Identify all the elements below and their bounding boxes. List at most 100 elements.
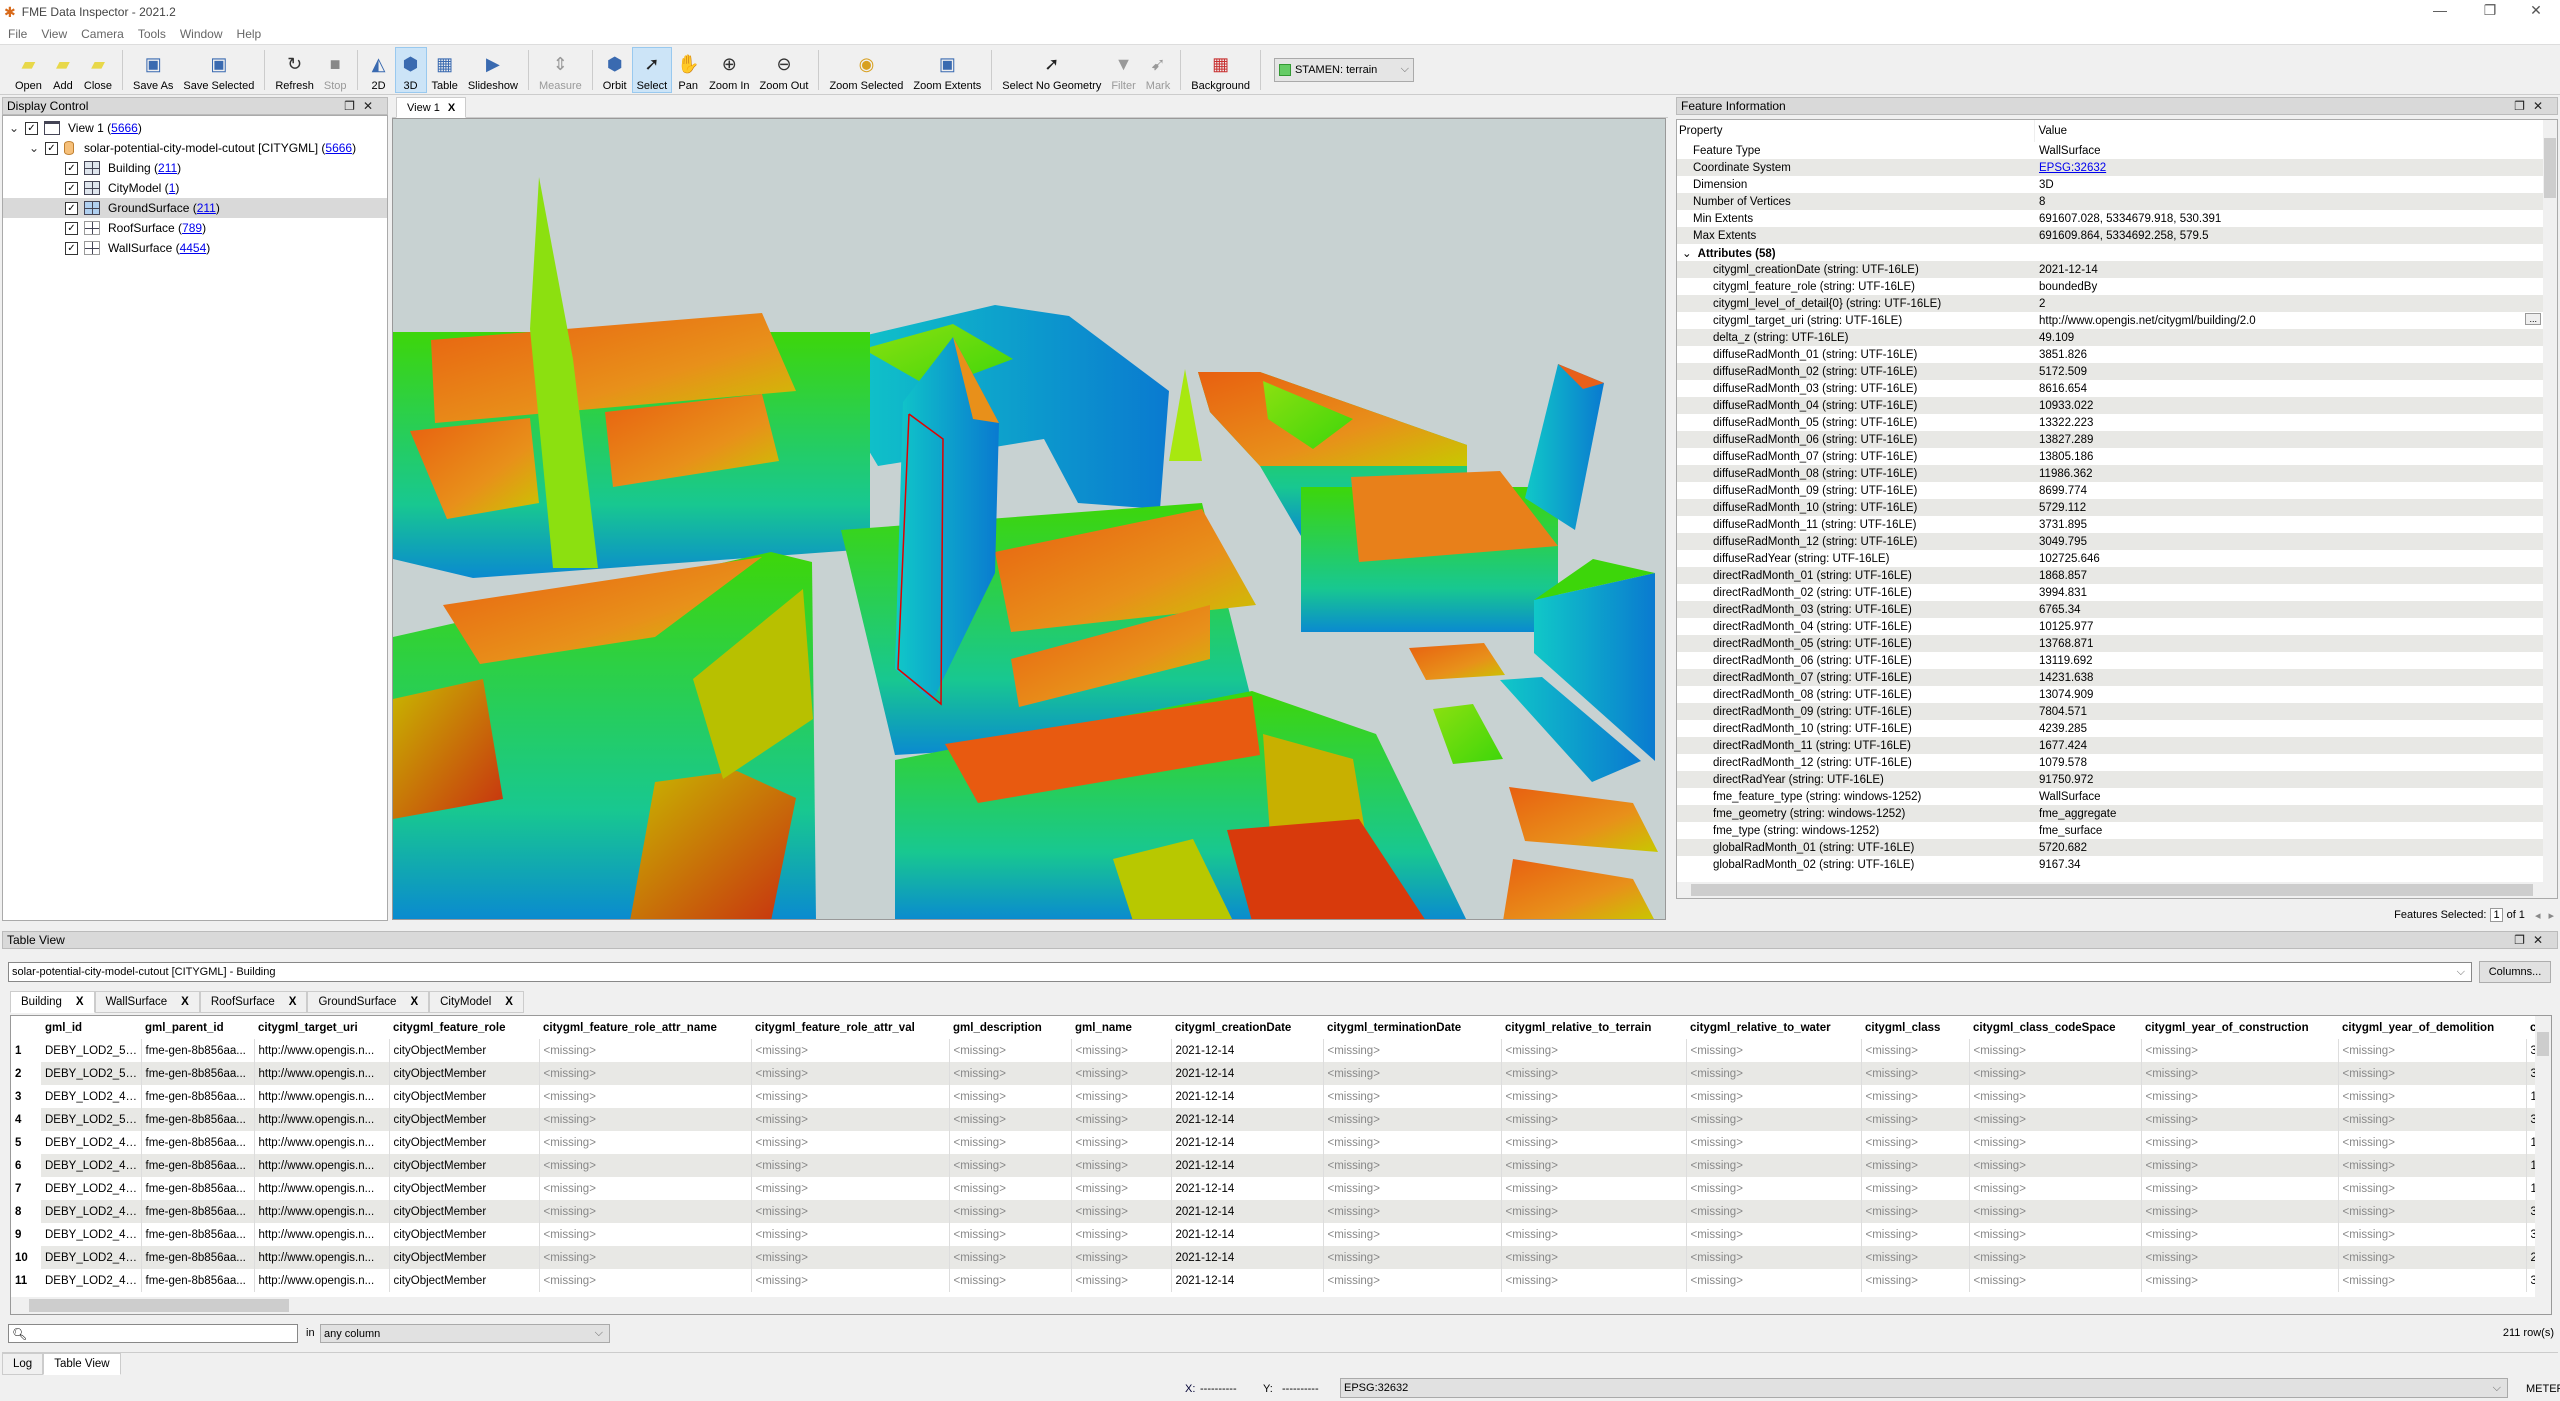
menu-camera[interactable]: Camera bbox=[81, 27, 124, 41]
menu-tools[interactable]: Tools bbox=[138, 27, 166, 41]
table-cell[interactable]: <missing> bbox=[539, 1131, 752, 1154]
table-cell[interactable]: DEBY_LOD2_59... bbox=[41, 1108, 142, 1131]
tab-citymodel[interactable]: CityModel X bbox=[429, 991, 524, 1013]
table-cell[interactable]: <missing> bbox=[1861, 1108, 1970, 1131]
feature-count-link[interactable]: 789 bbox=[182, 221, 202, 235]
tree-item-wallsurface[interactable]: ✓ WallSurface (4454) bbox=[3, 238, 387, 258]
table-cell[interactable]: <missing> bbox=[539, 1246, 752, 1269]
table-cell[interactable]: <missing> bbox=[1969, 1131, 2142, 1154]
table-row[interactable]: 7 DEBY_LOD2_49... fme-gen-8b856aa... http:/… bbox=[11, 1177, 2551, 1200]
table-cell[interactable]: <missing> bbox=[1071, 1062, 1172, 1085]
table-cell[interactable]: fme-gen-8b856aa... bbox=[141, 1039, 255, 1062]
feature-count-link[interactable]: 1 bbox=[169, 181, 176, 195]
menu-view[interactable]: View bbox=[41, 27, 67, 41]
feature-count-link[interactable]: 4454 bbox=[180, 241, 207, 255]
table-cell[interactable]: <missing> bbox=[949, 1269, 1072, 1292]
zoom-selected-button[interactable]: ◉ Zoom Selected bbox=[824, 47, 908, 93]
table-cell[interactable]: <missing> bbox=[1686, 1200, 1862, 1223]
table-cell[interactable]: <missing> bbox=[1501, 1246, 1687, 1269]
mark-button[interactable]: ➹ Mark bbox=[1141, 47, 1175, 93]
table-cell[interactable]: <missing> bbox=[751, 1062, 950, 1085]
table-cell[interactable]: <missing> bbox=[949, 1108, 1072, 1131]
table-cell[interactable]: http://www.opengis.n... bbox=[254, 1200, 390, 1223]
table-cell[interactable]: fme-gen-8b856aa... bbox=[141, 1154, 255, 1177]
table-cell[interactable]: <missing> bbox=[2141, 1246, 2339, 1269]
close-tab-icon[interactable]: X bbox=[76, 996, 84, 1008]
table-cell[interactable]: <missing> bbox=[2141, 1131, 2339, 1154]
table-cell[interactable]: <missing> bbox=[2141, 1085, 2339, 1108]
table-cell[interactable]: 2021-12-14 bbox=[1171, 1108, 1324, 1131]
table-cell[interactable]: cityObjectMember bbox=[389, 1200, 540, 1223]
close-tab-icon[interactable]: X bbox=[181, 996, 189, 1008]
close-tab-icon[interactable]: X bbox=[448, 102, 455, 114]
measure-button[interactable]: ⇕ Measure bbox=[534, 47, 587, 93]
tree-item-dataset[interactable]: ⌄ ✓ solar-potential-city-model-cutout [CIT… bbox=[3, 138, 387, 158]
table-cell[interactable]: http://www.opengis.n... bbox=[254, 1177, 390, 1200]
table-cell[interactable]: <missing> bbox=[2141, 1062, 2339, 1085]
property-value[interactable]: EPSG:32632 bbox=[2034, 159, 2545, 176]
feature-count-link[interactable]: 5666 bbox=[111, 121, 138, 135]
table-cell[interactable]: <missing> bbox=[1861, 1039, 1970, 1062]
table-cell[interactable]: <missing> bbox=[1323, 1177, 1502, 1200]
table-cell[interactable]: cityObjectMember bbox=[389, 1062, 540, 1085]
table-cell[interactable]: <missing> bbox=[1071, 1223, 1172, 1246]
table-cell[interactable]: <missing> bbox=[1501, 1131, 1687, 1154]
table-cell[interactable]: <missing> bbox=[539, 1269, 752, 1292]
column-header-citygml-target-uri[interactable]: citygml_target_uri bbox=[254, 1016, 389, 1039]
table-cell[interactable]: <missing> bbox=[1071, 1108, 1172, 1131]
2d-button[interactable]: ◭ 2D bbox=[363, 47, 395, 93]
table-cell[interactable]: <missing> bbox=[539, 1223, 752, 1246]
table-cell[interactable]: <missing> bbox=[2141, 1223, 2339, 1246]
table-cell[interactable]: cityObjectMember bbox=[389, 1269, 540, 1292]
table-cell[interactable]: <missing> bbox=[949, 1246, 1072, 1269]
table-cell[interactable]: cityObjectMember bbox=[389, 1154, 540, 1177]
table-cell[interactable]: DEBY_LOD2_49... bbox=[41, 1085, 142, 1108]
table-cell[interactable]: <missing> bbox=[1501, 1223, 1687, 1246]
search-input[interactable]: 🔍︎ bbox=[8, 1324, 298, 1343]
table-cell[interactable]: <missing> bbox=[1071, 1039, 1172, 1062]
table-cell[interactable]: 2021-12-14 bbox=[1171, 1269, 1324, 1292]
column-header-gml-parent-id[interactable]: gml_parent_id bbox=[141, 1016, 254, 1039]
table-cell[interactable]: <missing> bbox=[1969, 1085, 2142, 1108]
table-cell[interactable]: <missing> bbox=[2141, 1269, 2339, 1292]
table-cell[interactable]: <missing> bbox=[1323, 1223, 1502, 1246]
table-cell[interactable]: <missing> bbox=[1686, 1131, 1862, 1154]
table-cell[interactable]: <missing> bbox=[751, 1131, 950, 1154]
filter-button[interactable]: ▼ Filter bbox=[1106, 47, 1140, 93]
table-cell[interactable]: <missing> bbox=[1861, 1269, 1970, 1292]
table-cell[interactable]: fme-gen-8b856aa... bbox=[141, 1085, 255, 1108]
column-header-value[interactable]: Value bbox=[2034, 120, 2545, 142]
table-row[interactable]: 6 DEBY_LOD2_49... fme-gen-8b856aa... http:/… bbox=[11, 1154, 2551, 1177]
column-header-citygml-terminationDate[interactable]: citygml_terminationDate bbox=[1323, 1016, 1501, 1039]
table-cell[interactable]: <missing> bbox=[1501, 1269, 1687, 1292]
table-cell[interactable]: DEBY_LOD2_59... bbox=[41, 1062, 142, 1085]
refresh-button[interactable]: ↻ Refresh bbox=[270, 47, 319, 93]
table-cell[interactable]: <missing> bbox=[1686, 1177, 1862, 1200]
maximize-button[interactable]: ❐ bbox=[2470, 2, 2510, 19]
table-cell[interactable]: cityObjectMember bbox=[389, 1246, 540, 1269]
table-cell[interactable]: <missing> bbox=[949, 1131, 1072, 1154]
menu-file[interactable]: File bbox=[8, 27, 27, 41]
table-cell[interactable]: <missing> bbox=[1501, 1085, 1687, 1108]
table-cell[interactable]: <missing> bbox=[1323, 1246, 1502, 1269]
table-cell[interactable]: <missing> bbox=[2338, 1200, 2527, 1223]
table-cell[interactable]: <missing> bbox=[2141, 1177, 2339, 1200]
table-cell[interactable]: 2021-12-14 bbox=[1171, 1223, 1324, 1246]
column-header-citygml-feature-role[interactable]: citygml_feature_role bbox=[389, 1016, 539, 1039]
table-cell[interactable]: <missing> bbox=[1323, 1085, 1502, 1108]
table-cell[interactable]: <missing> bbox=[1861, 1223, 1970, 1246]
table-cell[interactable]: <missing> bbox=[2338, 1062, 2527, 1085]
column-header-citygml-year-of-demolition[interactable]: citygml_year_of_demolition bbox=[2338, 1016, 2526, 1039]
column-header-citygml-relative-to-terrain[interactable]: citygml_relative_to_terrain bbox=[1501, 1016, 1686, 1039]
table-cell[interactable]: fme-gen-8b856aa... bbox=[141, 1223, 255, 1246]
table-cell[interactable]: <missing> bbox=[539, 1085, 752, 1108]
table-cell[interactable]: fme-gen-8b856aa... bbox=[141, 1246, 255, 1269]
table-cell[interactable]: DEBY_LOD2_49... bbox=[41, 1131, 142, 1154]
table-cell[interactable]: <missing> bbox=[1861, 1200, 1970, 1223]
table-cell[interactable]: <missing> bbox=[1686, 1039, 1862, 1062]
table-cell[interactable]: <missing> bbox=[2141, 1108, 2339, 1131]
table-cell[interactable]: DEBY_LOD2_49... bbox=[41, 1154, 142, 1177]
table-cell[interactable]: http://www.opengis.n... bbox=[254, 1246, 390, 1269]
column-header-citygml-feature-role-attr-name[interactable]: citygml_feature_role_attr_name bbox=[539, 1016, 751, 1039]
table-cell[interactable]: <missing> bbox=[539, 1108, 752, 1131]
